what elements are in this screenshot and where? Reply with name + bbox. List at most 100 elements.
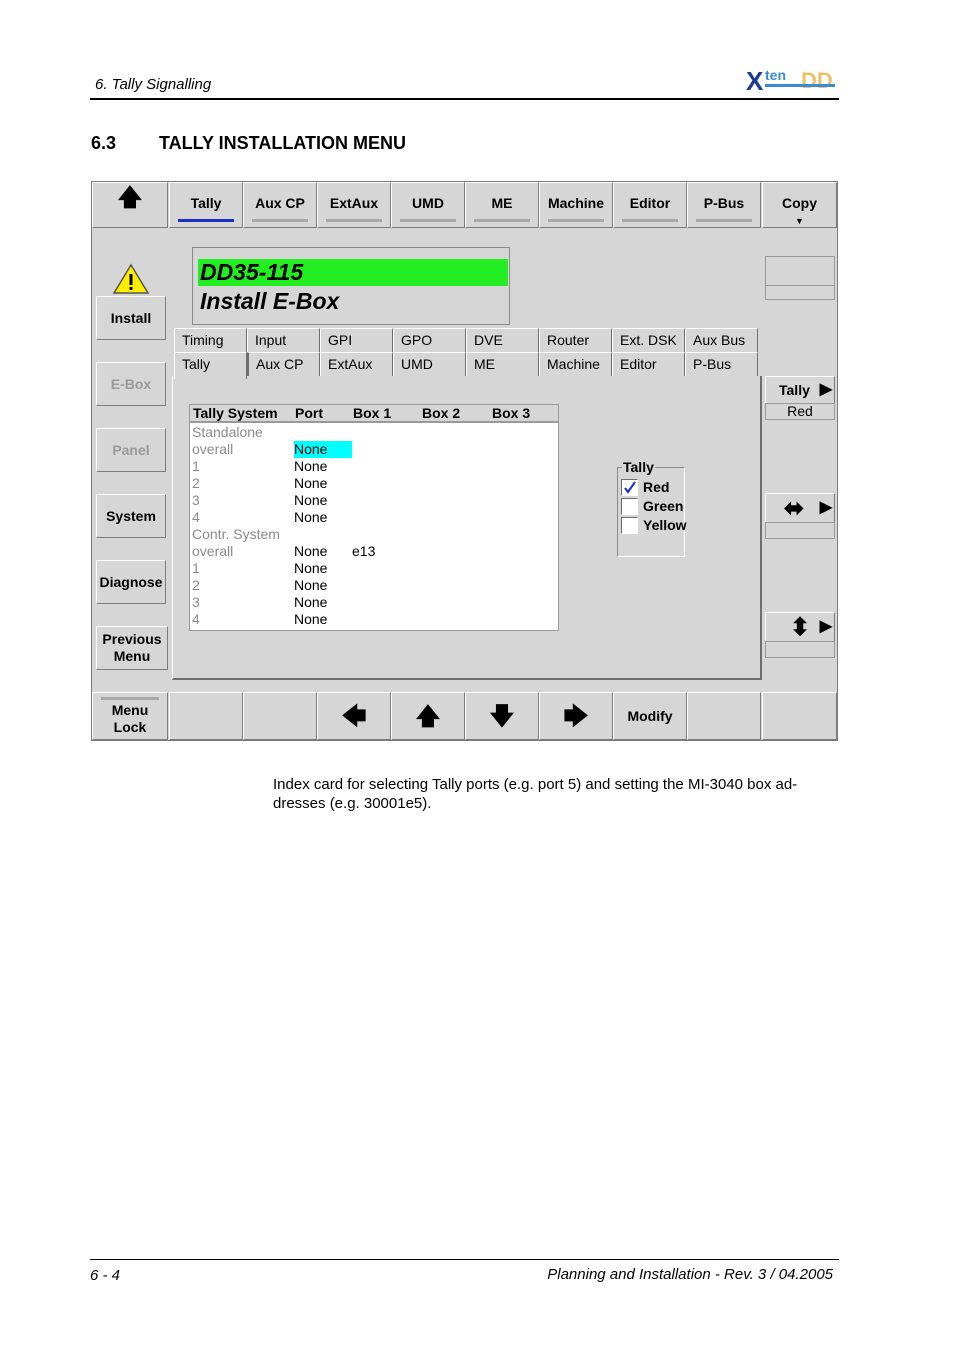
row-label: 3 — [192, 594, 200, 610]
right-arrow-button[interactable]: 🡆 — [539, 692, 613, 740]
row-label: 2 — [192, 577, 200, 593]
box1-cell[interactable]: e13 — [352, 543, 375, 560]
footer-text: Planning and Installation - Rev. 3 / 04.… — [547, 1266, 833, 1283]
row-label: 4 — [192, 611, 200, 627]
tab-ext-dsk[interactable]: Ext. DSK — [612, 328, 685, 352]
play-icon: ▶ — [819, 618, 832, 635]
row-label: 1 — [192, 560, 200, 576]
modify-button[interactable]: Modify — [613, 692, 687, 740]
col-port: Port — [295, 405, 323, 421]
up-arrow-button[interactable]: 🡅 — [92, 182, 168, 228]
port-cell[interactable]: None — [294, 458, 352, 475]
tab-aux-cp-top[interactable]: Aux CP — [243, 182, 317, 228]
tab-router[interactable]: Router — [539, 328, 612, 352]
tab-pbus[interactable]: P-Bus — [685, 352, 758, 376]
copy-button[interactable]: Copy ▼ — [762, 182, 837, 228]
tab-me[interactable]: ME — [466, 352, 539, 376]
table-row[interactable]: 1 None — [190, 560, 558, 577]
bottom-empty-button-2[interactable] — [243, 692, 317, 740]
tab-tally[interactable]: Tally — [174, 352, 247, 379]
tab-pbus-top[interactable]: P-Bus — [687, 182, 761, 228]
table-row[interactable]: overall None e13 — [190, 543, 558, 560]
table-row[interactable]: Contr. System — [190, 526, 558, 543]
table-row[interactable]: 3 None — [190, 492, 558, 509]
tab-umd-top[interactable]: UMD — [391, 182, 465, 228]
row-label: 3 — [192, 492, 200, 508]
vertical-value-field — [765, 641, 835, 658]
tab-editor[interactable]: Editor — [612, 352, 685, 376]
dropdown-triangle-icon: ▼ — [795, 216, 804, 226]
system-button[interactable]: System — [96, 494, 166, 538]
table-row[interactable]: overall None — [190, 441, 558, 458]
table-row[interactable]: 3 None — [190, 594, 558, 611]
horizontal-move-button[interactable]: ⬌ ▶ — [765, 493, 835, 523]
port-cell[interactable]: None — [294, 577, 352, 594]
port-cell[interactable]: None — [294, 492, 352, 509]
tab-extaux-top[interactable]: ExtAux — [317, 182, 391, 228]
port-cell[interactable]: None — [294, 594, 352, 611]
table-row[interactable]: Standalone — [190, 424, 558, 441]
play-icon: ▶ — [819, 499, 832, 516]
tab-machine-top[interactable]: Machine — [539, 182, 613, 228]
tab-aux-cp[interactable]: Aux CP — [247, 352, 320, 376]
left-arrow-icon: 🡄 — [341, 702, 367, 730]
vertical-move-button[interactable]: ⬍ ▶ — [765, 612, 835, 642]
checkbox-yellow[interactable] — [621, 517, 638, 534]
port-cell[interactable]: None — [294, 560, 352, 577]
ebox-button[interactable]: E-Box — [96, 362, 166, 406]
install-label: Install — [110, 309, 152, 326]
down-arrow-button[interactable]: 🡇 — [465, 692, 539, 740]
tab-me-top-label: ME — [491, 195, 513, 211]
tab-gpi[interactable]: GPI — [320, 328, 393, 352]
tab-indicator — [696, 219, 752, 222]
previous-menu-button[interactable]: Previous Menu — [96, 626, 168, 670]
table-row[interactable]: 4 None — [190, 509, 558, 526]
tab-editor-top[interactable]: Editor — [613, 182, 687, 228]
table-row[interactable]: 4 None — [190, 611, 558, 628]
tab-aux-cp-top-label: Aux CP — [255, 195, 305, 211]
svg-text:ten: ten — [765, 67, 786, 83]
page-number: 6 - 4 — [90, 1267, 121, 1284]
bottom-empty-button-4[interactable] — [762, 692, 837, 740]
tally-table[interactable]: Standalone overall None 1 None 2 None 3 … — [189, 422, 559, 631]
table-row[interactable]: 1 None — [190, 458, 558, 475]
vertical-arrows-icon: ⬍ — [790, 613, 811, 641]
port-cell[interactable]: None — [294, 543, 352, 560]
up-arrow-bottom-button[interactable]: 🡅 — [391, 692, 465, 740]
tab-machine[interactable]: Machine — [539, 352, 612, 376]
checkbox-green[interactable] — [621, 498, 638, 515]
tab-umd-top-label: UMD — [412, 195, 444, 211]
checkmark-icon — [624, 481, 636, 494]
tab-input[interactable]: Input — [247, 328, 320, 352]
install-button[interactable]: Install — [96, 296, 166, 340]
tab-timing[interactable]: Timing — [174, 328, 247, 352]
tab-umd[interactable]: UMD — [393, 352, 466, 376]
tab-indicator — [252, 219, 308, 222]
bottom-empty-button-1[interactable] — [169, 692, 243, 740]
port-cell[interactable]: None — [294, 475, 352, 492]
checkbox-yellow-label: Yellow — [643, 517, 687, 533]
checkbox-red[interactable] — [621, 479, 638, 496]
active-indicator — [178, 219, 234, 222]
tab-tally-top[interactable]: Tally — [169, 182, 243, 228]
port-cell[interactable]: None — [294, 611, 352, 628]
svg-text:DD: DD — [801, 68, 833, 93]
diagnose-button[interactable]: Diagnose — [96, 560, 166, 604]
col-box1: Box 1 — [353, 405, 392, 421]
tab-aux-bus[interactable]: Aux Bus — [685, 328, 758, 352]
tab-dve[interactable]: DVE — [466, 328, 539, 352]
port-cell-selected[interactable]: None — [294, 441, 352, 458]
tab-editor-top-label: Editor — [629, 195, 671, 211]
tab-gpo[interactable]: GPO — [393, 328, 466, 352]
panel-button[interactable]: Panel — [96, 428, 166, 472]
diagnose-label: Diagnose — [99, 573, 163, 590]
bottom-empty-button-3[interactable] — [687, 692, 761, 740]
tally-select-button[interactable]: Tally ▶ — [765, 376, 835, 404]
tab-me-top[interactable]: ME — [465, 182, 539, 228]
left-arrow-button[interactable]: 🡄 — [317, 692, 391, 740]
tab-extaux[interactable]: ExtAux — [320, 352, 393, 376]
table-row[interactable]: 2 None — [190, 475, 558, 492]
port-cell[interactable]: None — [294, 509, 352, 526]
menu-lock-button[interactable]: Menu Lock — [92, 692, 168, 740]
table-row[interactable]: 2 None — [190, 577, 558, 594]
